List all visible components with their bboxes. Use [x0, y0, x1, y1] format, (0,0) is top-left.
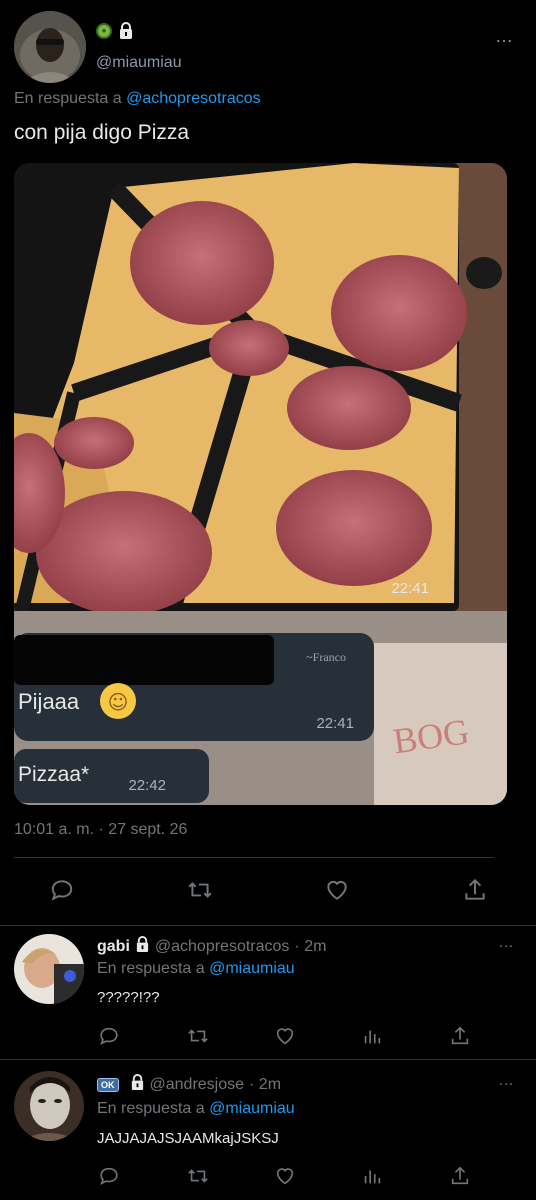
- replying-prefix: En respuesta a: [97, 1100, 205, 1117]
- tweet-actions: [0, 870, 536, 910]
- retweet-icon[interactable]: [185, 875, 215, 905]
- main-tweet: ● @miaumiau … En respuesta a @achopresot…: [0, 0, 536, 925]
- reply-tweet[interactable]: OK @andresjose · 2m … En respuesta a @mi…: [0, 1060, 536, 1200]
- replying-prefix: En respuesta a: [14, 90, 122, 107]
- more-icon[interactable]: …: [498, 934, 514, 952]
- like-icon[interactable]: [270, 1021, 300, 1051]
- replying-to: En respuesta a @achopresotracos: [14, 90, 261, 108]
- reply-age: · 2m: [249, 1075, 282, 1093]
- analytics-icon[interactable]: [357, 1161, 387, 1191]
- msg2-time: 22:41: [316, 715, 354, 732]
- lock-icon: [130, 1074, 145, 1095]
- replying-to: En respuesta a @miaumiau: [97, 1100, 295, 1118]
- reply-author-name[interactable]: gabi: [97, 938, 130, 956]
- reply-text: ?????!??: [97, 989, 160, 1006]
- reply-avatar[interactable]: [14, 934, 84, 1004]
- reply-tweet[interactable]: gabi @achopresotracos · 2m … En respuest…: [0, 926, 536, 1059]
- tweet-timestamp[interactable]: 10:01 a. m. · 27 sept. 26: [14, 821, 187, 839]
- replying-mention-link[interactable]: @miaumiau: [209, 960, 295, 977]
- retweet-icon[interactable]: [183, 1021, 213, 1051]
- reply-icon[interactable]: [94, 1161, 124, 1191]
- sender-name: ~Franco: [306, 650, 346, 664]
- like-icon[interactable]: [270, 1161, 300, 1191]
- more-icon[interactable]: …: [498, 1072, 514, 1090]
- reply-author-handle[interactable]: @achopresotracos: [155, 938, 290, 956]
- like-icon[interactable]: [322, 875, 352, 905]
- replying-prefix: En respuesta a: [97, 960, 205, 977]
- ok-badge: OK: [97, 1077, 119, 1092]
- author-handle[interactable]: @miaumiau: [96, 54, 182, 72]
- retweet-icon[interactable]: [183, 1161, 213, 1191]
- lock-icon: [118, 22, 134, 39]
- msg3-time: 22:42: [128, 777, 166, 794]
- replying-mention-link[interactable]: @miaumiau: [209, 1100, 295, 1117]
- replying-to: En respuesta a @miaumiau: [97, 960, 295, 978]
- analytics-icon[interactable]: [357, 1021, 387, 1051]
- reply-header: gabi @achopresotracos · 2m: [97, 936, 326, 957]
- share-icon[interactable]: [445, 1161, 475, 1191]
- kiwi-emoji-icon: ●: [96, 22, 112, 39]
- avatar-image: [14, 11, 86, 83]
- reply-icon[interactable]: [94, 1021, 124, 1051]
- msg3-text: Pizzaa*: [18, 763, 89, 786]
- more-icon[interactable]: …: [495, 26, 514, 47]
- reply-author-handle[interactable]: @andresjose: [150, 1076, 245, 1094]
- share-icon[interactable]: [460, 875, 490, 905]
- tweet-text: con pija digo Pizza: [14, 121, 190, 144]
- reply-age: · 2m: [294, 937, 327, 955]
- msg2-emoji: ☺: [108, 690, 129, 714]
- reply-text: JAJJAJAJSJAAMkajJSKSJ: [97, 1130, 279, 1147]
- pizza-chat-screenshot: 22:41 BOG ~Franco Pijaaa ☺ 22:41 Pizzaa*…: [14, 163, 507, 805]
- reply-avatar[interactable]: [14, 1071, 84, 1141]
- tweet-media-image[interactable]: 22:41 BOG ~Franco Pijaaa ☺ 22:41 Pizzaa*…: [14, 163, 507, 805]
- msg1-time: 22:41: [391, 580, 429, 597]
- replying-mention-link[interactable]: @achopresotracos: [126, 90, 261, 107]
- reply-icon[interactable]: [47, 875, 77, 905]
- share-icon[interactable]: [445, 1021, 475, 1051]
- divider: [14, 857, 494, 858]
- reply-header: OK @andresjose · 2m: [97, 1074, 281, 1095]
- msg2-text: Pijaaa: [18, 689, 80, 714]
- author-avatar[interactable]: [14, 11, 86, 83]
- author-name-row: ●: [96, 22, 134, 39]
- lock-icon: [135, 936, 150, 957]
